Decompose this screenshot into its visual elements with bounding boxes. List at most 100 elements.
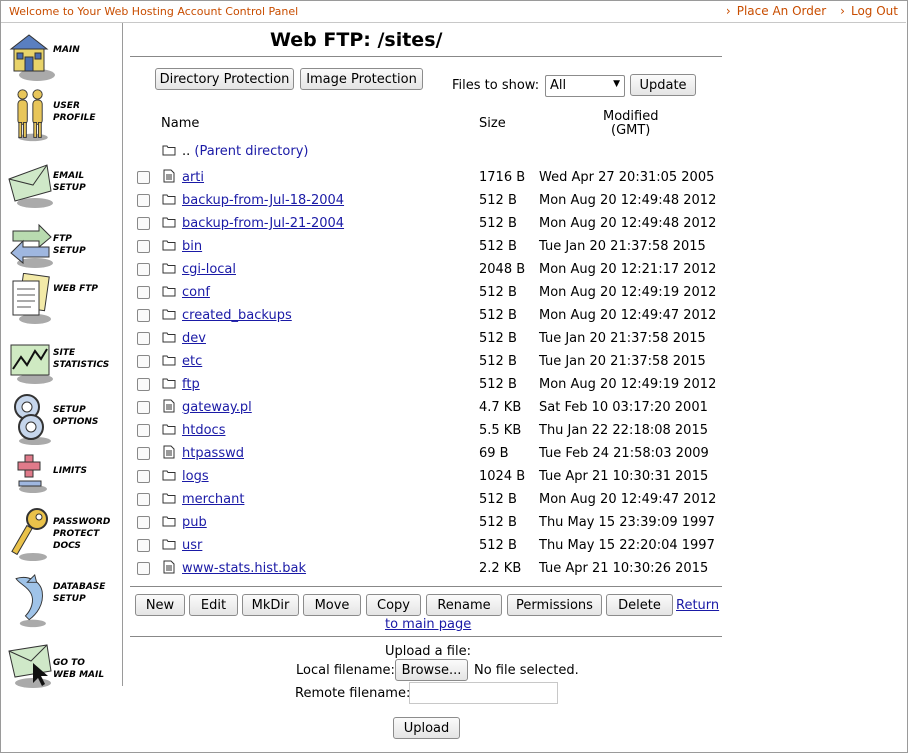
update-button[interactable]: Update xyxy=(630,74,696,96)
sidebar-item-ftp-setup[interactable]: FTP SETUP xyxy=(7,221,119,281)
rename-button[interactable]: Rename xyxy=(426,594,502,616)
remote-filename-input[interactable] xyxy=(409,682,558,704)
file-checkbox[interactable] xyxy=(137,286,150,299)
sidebar-item-label: PASSWORD PROTECT DOCS xyxy=(53,517,111,551)
image-protection-button[interactable]: Image Protection xyxy=(300,68,423,90)
file-name-link[interactable]: gateway.pl xyxy=(182,400,252,415)
edit-button[interactable]: Edit xyxy=(189,594,238,616)
directory-protection-button[interactable]: Directory Protection xyxy=(155,68,294,90)
file-checkbox[interactable] xyxy=(137,493,150,506)
sidebar-item-setup-options[interactable]: SETUP OPTIONS xyxy=(7,393,119,453)
sidebar: MAIN USER PROFILE EMAIL SETUP FTP SETUP … xyxy=(1,23,123,688)
sidebar-item-user-profile[interactable]: USER PROFILE xyxy=(7,87,119,147)
divider xyxy=(130,56,722,57)
file-row: dev 512 B Tue Jan 20 21:37:58 2015 xyxy=(130,328,722,350)
file-icon xyxy=(163,445,175,459)
file-name-link[interactable]: merchant xyxy=(182,492,244,507)
file-checkbox[interactable] xyxy=(137,424,150,437)
sidebar-item-database-setup[interactable]: DATABASE SETUP xyxy=(7,573,119,633)
file-name-link[interactable]: cgi-local xyxy=(182,262,236,277)
mkdir-button[interactable]: MkDir xyxy=(242,594,299,616)
transfer-arrows-icon xyxy=(10,223,53,268)
delete-button[interactable]: Delete xyxy=(606,594,673,616)
file-name-link[interactable]: created_backups xyxy=(182,308,292,323)
sidebar-item-limits[interactable]: LIMITS xyxy=(7,453,119,513)
file-checkbox[interactable] xyxy=(137,217,150,230)
file-checkbox[interactable] xyxy=(137,171,150,184)
file-name-link[interactable]: logs xyxy=(182,469,209,484)
move-button[interactable]: Move xyxy=(303,594,361,616)
sidebar-item-label: WEB FTP xyxy=(53,284,98,294)
file-name-link[interactable]: ftp xyxy=(182,377,200,392)
file-name-link[interactable]: backup-from-Jul-18-2004 xyxy=(182,193,344,208)
permissions-button[interactable]: Permissions xyxy=(507,594,602,616)
sidebar-item-email-setup[interactable]: EMAIL SETUP xyxy=(7,159,119,219)
file-name-link[interactable]: usr xyxy=(182,538,202,553)
file-checkbox[interactable] xyxy=(137,240,150,253)
file-row: etc 512 B Tue Jan 20 21:37:58 2015 xyxy=(130,351,722,373)
new-button[interactable]: New xyxy=(135,594,185,616)
file-checkbox[interactable] xyxy=(137,355,150,368)
parent-directory-link[interactable]: .. (Parent directory) xyxy=(182,144,308,159)
file-name-link[interactable]: conf xyxy=(182,285,210,300)
return-link[interactable]: Return xyxy=(676,598,719,613)
arrow-right-icon: › xyxy=(840,4,845,18)
place-order-link[interactable]: Place An Order xyxy=(737,4,826,18)
upload-button[interactable]: Upload xyxy=(393,717,460,739)
files-to-show-label: Files to show: xyxy=(452,78,540,93)
local-filename-label: Local filename: xyxy=(296,663,395,678)
file-name-link[interactable]: htdocs xyxy=(182,423,225,438)
parent-directory-row[interactable]: .. (Parent directory) xyxy=(130,141,722,163)
sidebar-item-main[interactable]: MAIN xyxy=(7,31,119,91)
browse-button[interactable]: Browse... xyxy=(395,659,468,681)
copy-button[interactable]: Copy xyxy=(366,594,421,616)
file-modified: Thu May 15 23:39:09 1997 xyxy=(539,515,715,530)
folder-icon xyxy=(162,493,176,504)
file-checkbox[interactable] xyxy=(137,470,150,483)
key-icon xyxy=(11,508,48,561)
file-name-link[interactable]: dev xyxy=(182,331,206,346)
file-row: pub 512 B Thu May 15 23:39:09 1997 xyxy=(130,512,722,534)
file-name-link[interactable]: arti xyxy=(182,170,204,185)
file-checkbox[interactable] xyxy=(137,401,150,414)
sidebar-item-web-ftp[interactable]: WEB FTP xyxy=(7,273,119,333)
folder-icon xyxy=(162,309,176,320)
file-modified: Sat Feb 10 03:17:20 2001 xyxy=(539,400,708,415)
sidebar-item-password-protect-docs[interactable]: PASSWORD PROTECT DOCS xyxy=(7,507,119,567)
file-name-link[interactable]: www-stats.hist.bak xyxy=(182,561,306,576)
file-checkbox[interactable] xyxy=(137,516,150,529)
file-checkbox[interactable] xyxy=(137,447,150,460)
file-modified: Mon Aug 20 12:49:47 2012 xyxy=(539,492,717,507)
file-checkbox[interactable] xyxy=(137,309,150,322)
file-name-link[interactable]: htpasswd xyxy=(182,446,244,461)
sidebar-item-label: FTP SETUP xyxy=(53,234,86,256)
upload-heading: Upload a file: xyxy=(385,644,471,659)
file-checkbox[interactable] xyxy=(137,539,150,552)
file-row: ftp 512 B Mon Aug 20 12:49:19 2012 xyxy=(130,374,722,396)
file-checkbox[interactable] xyxy=(137,263,150,276)
divider xyxy=(130,636,722,637)
sidebar-item-label: SETUP OPTIONS xyxy=(53,405,99,427)
log-out-link[interactable]: Log Out xyxy=(851,4,898,18)
file-size: 1024 B xyxy=(479,469,526,484)
file-modified: Mon Aug 20 12:49:48 2012 xyxy=(539,193,717,208)
file-size: 512 B xyxy=(479,239,517,254)
file-name-link[interactable]: backup-from-Jul-21-2004 xyxy=(182,216,344,231)
file-name-link[interactable]: pub xyxy=(182,515,207,530)
file-row: arti 1716 B Wed Apr 27 20:31:05 2005 xyxy=(130,167,722,189)
return-link-continued[interactable]: to main page xyxy=(385,617,471,632)
arrow-right-icon: › xyxy=(725,4,731,18)
sidebar-item-site-statistics[interactable]: SITE STATISTICS xyxy=(7,339,119,399)
file-checkbox[interactable] xyxy=(137,378,150,391)
file-name-link[interactable]: bin xyxy=(182,239,202,254)
folder-icon xyxy=(162,378,176,389)
parent-dots: .. xyxy=(182,144,191,159)
file-checkbox[interactable] xyxy=(137,562,150,575)
file-name-link[interactable]: etc xyxy=(182,354,202,369)
sidebar-item-go-to-web-mail[interactable]: GO TO WEB MAIL xyxy=(7,641,119,701)
file-modified: Mon Aug 20 12:49:47 2012 xyxy=(539,308,717,323)
files-to-show-select[interactable]: All ▼ xyxy=(545,75,625,97)
file-checkbox[interactable] xyxy=(137,194,150,207)
gears-icon xyxy=(14,394,51,445)
file-checkbox[interactable] xyxy=(137,332,150,345)
